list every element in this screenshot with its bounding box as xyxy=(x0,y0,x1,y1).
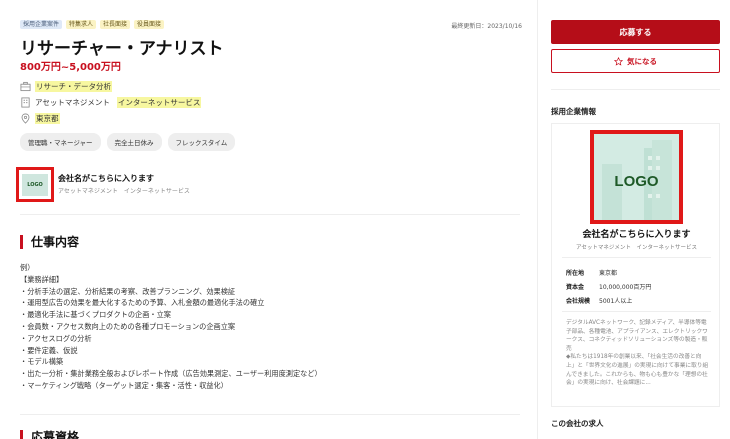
company-logo-small[interactable]: LOGO xyxy=(16,167,54,202)
feature-pills: 管理職・マネージャー 完全土日休み フレックスタイム xyxy=(20,133,236,151)
location-row: 東京都 xyxy=(20,113,60,124)
section-heading-text: 仕事内容 xyxy=(31,235,80,249)
description-line: ・出た一分析・集計業務全般およびレポート作成（広告効果測定、ユーザー利用度測定な… xyxy=(20,369,322,379)
info-value: 東京都 xyxy=(599,270,618,277)
tag: 社長面接 xyxy=(100,20,131,29)
description-line: ・アクセスログの分析 xyxy=(20,333,92,343)
logo-text: LOGO xyxy=(614,173,658,190)
info-row-location: 所在地 東京都 xyxy=(566,268,617,277)
divider xyxy=(562,257,711,258)
divider xyxy=(20,214,520,215)
company-industry: アセットマネジメント インターネットサービス xyxy=(58,188,190,195)
job-title: リサーチャー・アナリスト xyxy=(20,39,224,59)
info-value: 5001人以上 xyxy=(599,298,633,305)
description-line: ・会員数・アクセス数向上のための各種プロモーションの企画立案 xyxy=(20,321,236,331)
info-key: 所在地 xyxy=(566,270,585,277)
description-line: ・運用型広告の効果を最大化するための予算、入札金額の最適化手法の確立 xyxy=(20,298,265,308)
logo-placeholder-graphic: LOGO xyxy=(594,134,679,220)
company-industry: アセットマネジメント インターネットサービス xyxy=(576,245,697,251)
apply-button[interactable]: 応募する xyxy=(551,20,720,44)
info-row-size: 会社規模 5001人以上 xyxy=(566,296,632,305)
sidebar: 応募する 気になる 採用企業情報 LOGO 会社名がこちらに入ります アセットマ… xyxy=(537,0,730,439)
tag: 役員面接 xyxy=(134,20,165,29)
favorite-label: 気になる xyxy=(627,56,657,66)
company-logo-large[interactable]: LOGO xyxy=(590,130,683,224)
location-pin-icon xyxy=(21,113,30,124)
description-line: 【業務詳細】 xyxy=(20,274,64,284)
tag: 特集求人 xyxy=(66,20,97,29)
description-line: ・分析手法の選定、分析結果の考察、改善プランニング、効果検証 xyxy=(20,286,236,296)
divider xyxy=(562,311,711,312)
feature-pill[interactable]: 管理職・マネージャー xyxy=(20,133,101,151)
feature-pill[interactable]: フレックスタイム xyxy=(167,133,236,151)
description-line: ・最適化手法に基づくプロダクトの企画・立案 xyxy=(20,310,171,320)
job-tags: 採用企業案件 特集求人 社長面接 役員面接 xyxy=(20,20,165,29)
industry-row: アセットマネジメント インターネットサービス xyxy=(20,97,202,108)
description-line: 例） xyxy=(20,263,35,272)
info-row-capital: 資本金 10,000,000百万円 xyxy=(566,282,651,291)
description-line: ・モデル構築 xyxy=(20,357,64,367)
logo-placeholder: LOGO xyxy=(22,173,48,196)
company-name[interactable]: 会社名がこちらに入ります xyxy=(552,227,721,240)
building-icon xyxy=(21,97,30,108)
company-description: デジタルAVCネットワーク、記録メディア、半導体等電子部品、各種電池、アプライア… xyxy=(566,320,709,387)
tag: 採用企業案件 xyxy=(20,20,63,29)
job-description: 例） 【業務詳細】 ・分析手法の選定、分析結果の考察、改善プランニング、効果検証… xyxy=(20,262,322,392)
section-heading-qualification: 応募資格 xyxy=(20,428,79,439)
heading-accent-bar xyxy=(20,234,23,249)
info-key: 資本金 xyxy=(566,284,585,291)
job-category-row: リサーチ・データ分析 xyxy=(20,81,112,92)
heading-accent-bar xyxy=(20,429,23,439)
section-heading-job: 仕事内容 xyxy=(20,233,79,250)
company-jobs-title: この会社の求人 xyxy=(551,419,604,428)
favorite-button[interactable]: 気になる xyxy=(551,49,720,73)
salary: 800万円~5,000万円 xyxy=(20,62,121,73)
star-icon xyxy=(614,56,623,66)
job-category[interactable]: リサーチ・データ分析 xyxy=(35,81,112,92)
last-updated: 最終更新日：2023/10/16 xyxy=(451,23,522,30)
briefcase-icon xyxy=(20,81,31,92)
job-detail-main: 採用企業案件 特集求人 社長面接 役員面接 最終更新日：2023/10/16 リ… xyxy=(0,0,537,439)
section-heading-text: 応募資格 xyxy=(31,430,80,439)
industry-label: インターネットサービス xyxy=(116,97,202,108)
divider xyxy=(551,89,720,90)
feature-pill[interactable]: 完全土日休み xyxy=(106,133,162,151)
info-value: 10,000,000百万円 xyxy=(599,284,652,291)
company-info-card: LOGO 会社名がこちらに入ります アセットマネジメント インターネットサービス… xyxy=(551,123,720,407)
info-key: 会社規模 xyxy=(566,298,591,305)
description-line: ・要件定義、仮説 xyxy=(20,345,78,355)
company-name[interactable]: 会社名がこちらに入ります xyxy=(58,173,154,184)
industry-label: アセットマネジメント xyxy=(35,98,110,107)
company-section-title: 採用企業情報 xyxy=(551,107,596,116)
divider xyxy=(20,414,520,415)
description-line: ・マーケティング戦略（ターゲット選定・集客・活性・収益化） xyxy=(20,380,228,390)
location: 東京都 xyxy=(35,113,60,124)
